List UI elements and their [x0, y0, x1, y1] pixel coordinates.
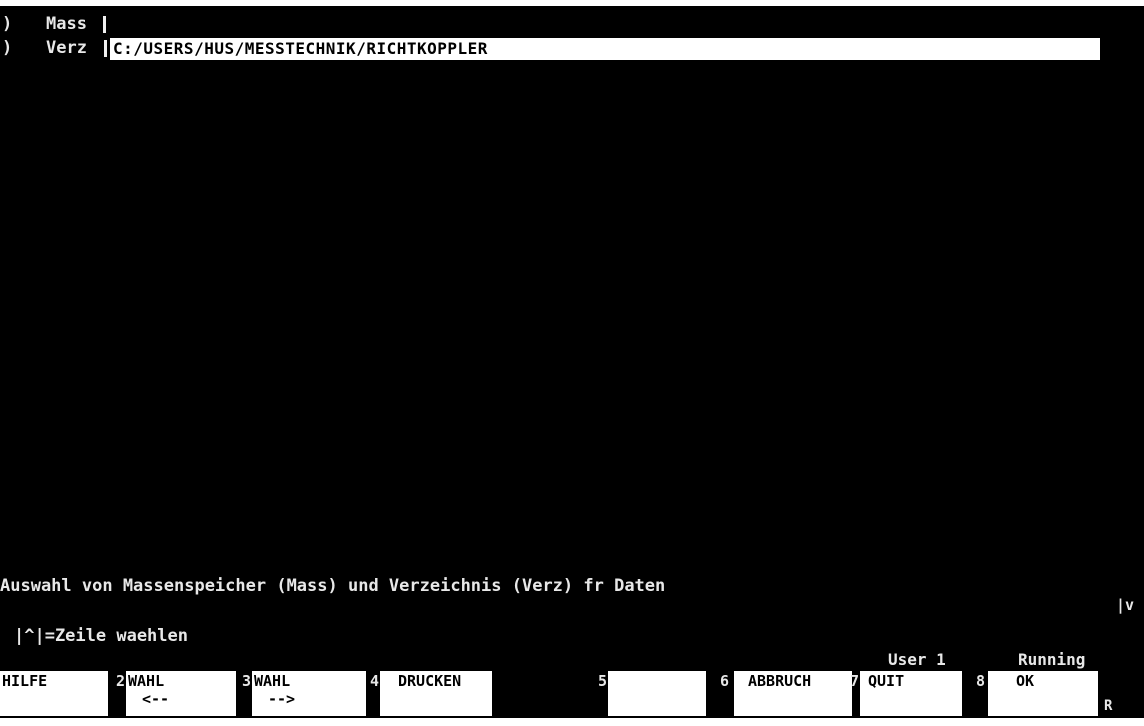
softkey-2-label: WAHL — [128, 672, 165, 690]
softkey-1-hilfe[interactable]: HILFE — [0, 671, 108, 716]
softkey-2-number: 2 — [116, 672, 126, 690]
softkey-6-abbruch[interactable]: ABBRUCH — [734, 671, 852, 716]
softkey-3-number: 3 — [242, 672, 252, 690]
softkey-5-number: 5 — [598, 672, 608, 690]
corner-indicator: R — [1104, 698, 1113, 714]
softkey-7-label: QUIT — [868, 672, 905, 690]
verz-marker: ) — [2, 38, 13, 58]
softkey-8-label: OK — [1016, 672, 1035, 690]
softkey-3-wahl-right[interactable]: WAHL --> — [252, 671, 366, 716]
directory-input[interactable]: C:/USERS/HUS/MESSTECHNIK/RICHTKOPPLER — [110, 38, 1100, 60]
mass-label: Mass — [46, 14, 87, 34]
mass-marker: ) — [2, 14, 13, 34]
softkey-6-label: ABBRUCH — [748, 672, 812, 690]
user-label: User 1 — [888, 650, 946, 669]
scroll-indicator: |v — [1116, 596, 1135, 614]
softkey-3-label: WAHL — [254, 672, 291, 690]
softkey-7-number: 7 — [850, 672, 860, 690]
softkey-4-drucken[interactable]: DRUCKEN — [380, 671, 492, 716]
softkey-5-empty[interactable] — [608, 671, 706, 716]
softkey-6-number: 6 — [720, 672, 730, 690]
softkey-8-ok[interactable]: OK — [988, 671, 1098, 716]
status-description: Auswahl von Massenspeicher (Mass) und Ve… — [0, 576, 666, 596]
terminal-screen: ) Mass ) Verz C:/USERS/HUS/MESSTECHNIK/R… — [0, 6, 1144, 718]
mass-input-cursor[interactable] — [103, 16, 106, 33]
softkey-4-number: 4 — [370, 672, 380, 690]
softkey-7-quit[interactable]: QUIT — [860, 671, 962, 716]
hint-line: |^|=Zeile waehlen — [14, 626, 188, 646]
run-state: Running — [1018, 650, 1086, 669]
softkey-1-label: HILFE — [2, 672, 48, 690]
softkey-4-label: DRUCKEN — [398, 672, 462, 690]
softkey-3-sublabel: --> — [268, 690, 296, 708]
softkey-8-number: 8 — [976, 672, 986, 690]
verz-label: Verz — [46, 38, 87, 58]
softkey-2-sublabel: <-- — [142, 690, 170, 708]
softkey-2-wahl-left[interactable]: WAHL <-- — [126, 671, 236, 716]
verz-input-cursor — [104, 40, 107, 57]
